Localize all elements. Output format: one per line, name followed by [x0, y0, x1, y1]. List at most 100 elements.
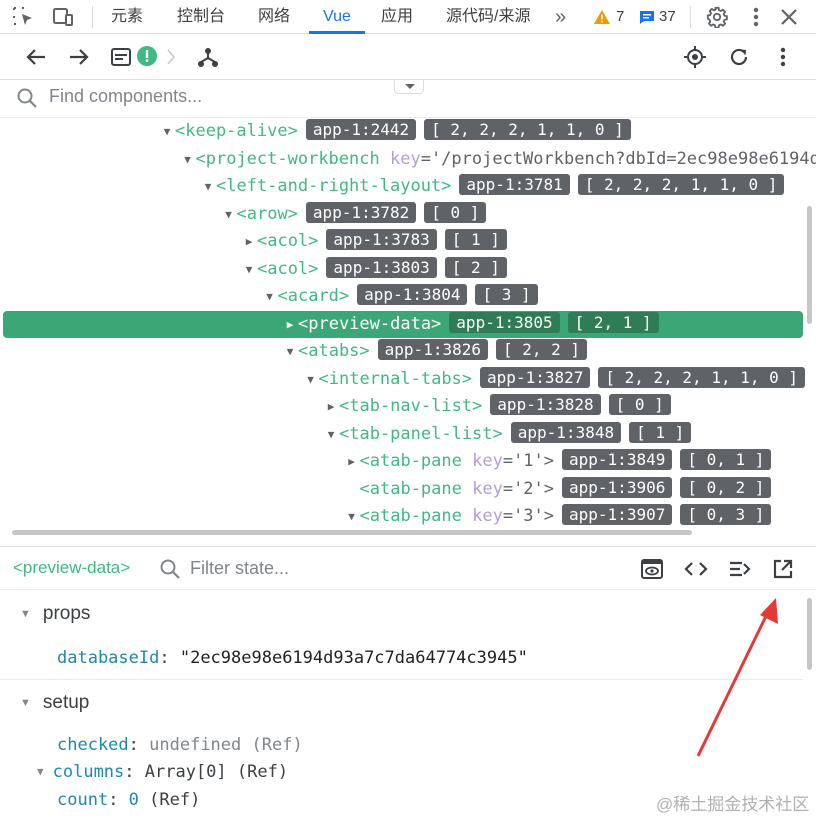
tree-node[interactable]: ▼ <atabs> app-1:3826 [ 2, 2 ]	[0, 338, 803, 365]
expand-arrow-icon[interactable]: ▶	[345, 448, 359, 475]
component-uid-badge: app-1:3906	[562, 476, 673, 498]
collapse-arrow-icon[interactable]: ▼	[201, 173, 215, 200]
component-tag: <tab-panel-list>	[339, 423, 503, 444]
props-section-header[interactable]: ▼ props	[20, 603, 90, 625]
settings-gear-icon[interactable]	[706, 6, 728, 28]
collapse-arrow-icon[interactable]: ▼	[324, 421, 338, 448]
collapse-arrow-icon[interactable]: ▼	[242, 256, 256, 283]
component-uid-badge: app-1:2442	[305, 119, 417, 140]
component-tag: <atabs>	[298, 341, 370, 361]
setup-type: (Ref)	[241, 735, 303, 755]
messages-icon[interactable]	[639, 10, 655, 25]
collapse-arrow-icon[interactable]: ▼	[304, 366, 318, 393]
tree-node[interactable]: ▼ <internal-tabs> app-1:3827 [ 2, 2, 2, 1, …	[0, 366, 806, 393]
component-tag: <atab-pane	[359, 506, 462, 526]
collapse-arrow-icon[interactable]: ▼	[222, 201, 236, 228]
tree-node[interactable]: ▼ <acard> app-1:3804 [ 3 ]	[0, 283, 803, 310]
close-devtools-icon[interactable]	[779, 7, 799, 27]
component-uid-badge: app-1:3803	[326, 256, 437, 278]
tree-node-content: <atab-pane key='1'> app-1:3849 [ 0, 1 ]	[360, 448, 772, 475]
component-key-attr: key	[472, 451, 503, 471]
setup-separator: :	[128, 735, 150, 755]
tab-elements[interactable]: 元素	[111, 0, 143, 34]
split-pane-toggle[interactable]	[394, 80, 424, 94]
component-uid-badge: app-1:3781	[459, 174, 570, 195]
expand-arrow-icon[interactable]: ▼	[37, 765, 44, 778]
refresh-icon[interactable]	[728, 46, 750, 68]
collapse-arrow-icon[interactable]: ▼	[181, 146, 195, 173]
expand-arrow-icon[interactable]: ▶	[283, 311, 297, 338]
setup-value: 0	[128, 790, 139, 810]
component-index-badge: [ 0 ]	[608, 394, 671, 415]
collapse-arrow-icon: ▼	[20, 697, 31, 709]
tab-vue[interactable]: Vue	[323, 0, 351, 34]
component-index-badge: [ 2, 2, 2, 1, 1, 0 ]	[598, 366, 806, 388]
collapse-arrow-icon[interactable]: ▼	[345, 503, 359, 530]
more-options-icon[interactable]	[749, 6, 763, 28]
forward-arrow-icon[interactable]	[68, 47, 90, 67]
select-component-target-icon[interactable]	[683, 45, 707, 69]
toolbar-divider	[92, 6, 93, 28]
message-count: 37	[659, 8, 676, 25]
inspect-element-icon[interactable]	[12, 6, 36, 28]
tab-console[interactable]: 控制台	[177, 0, 225, 34]
tab-sources[interactable]: 源代码/来源	[446, 0, 530, 34]
inspect-dom-icon[interactable]	[728, 559, 752, 579]
tree-node[interactable]: ▼ <left-and-right-layout> app-1:3781 [ 2, 2…	[0, 173, 803, 200]
device-toolbar-icon[interactable]	[51, 7, 75, 27]
collapse-arrow-icon[interactable]: ▼	[283, 338, 297, 365]
show-render-code-icon[interactable]	[684, 559, 708, 579]
tree-node[interactable]: ▶ <tab-nav-list> app-1:3828 [ 0 ]	[0, 393, 803, 420]
component-tree: ▼ <keep-alive> app-1:2442[ 2, 2, 2, 1, 1, …	[0, 118, 816, 546]
tree-node[interactable]: <atab-pane key='2'> app-1:3906 [ 0, 2 ]	[0, 476, 803, 503]
tree-node[interactable]: ▶ <preview-data> app-1:3805 [ 2, 1 ]	[3, 310, 803, 338]
toolbar-divider	[690, 6, 691, 28]
tree-node[interactable]: ▼ <atab-pane key='3'> app-1:3907 [ 0, 3 ]	[0, 503, 803, 530]
expand-arrow-icon[interactable]: ▶	[242, 228, 256, 255]
tab-application[interactable]: 应用	[381, 0, 413, 34]
component-tree-icon[interactable]	[196, 45, 220, 69]
state-vertical-scrollbar[interactable]	[807, 598, 812, 670]
setup-row-count[interactable]: count: 0 (Ref)	[57, 790, 200, 810]
open-in-editor-icon[interactable]	[772, 558, 794, 580]
component-uid-badge: app-1:3782	[305, 201, 417, 223]
more-tabs-button[interactable]: »	[555, 0, 566, 34]
scroll-to-component-icon[interactable]	[640, 558, 664, 580]
tree-node[interactable]: ▶ <acol> app-1:3783 [ 1 ]	[0, 228, 803, 255]
component-tag: <project-workbench	[195, 148, 380, 169]
collapse-arrow-icon[interactable]: ▼	[263, 283, 277, 310]
tree-vertical-scrollbar[interactable]	[807, 206, 812, 324]
tree-node[interactable]: ▼ <arow> app-1:3782 [ 0 ]	[0, 201, 803, 228]
tree-node-content: <preview-data> app-1:3805 [ 2, 1 ]	[298, 311, 659, 338]
app-window-icon[interactable]	[110, 46, 132, 68]
prop-row[interactable]: databaseId: "2ec98e98e6194d93a7c7da64774…	[57, 648, 528, 668]
tree-horizontal-scrollbar[interactable]	[12, 530, 692, 535]
component-index-badge: [ 2 ]	[444, 256, 507, 278]
more-options-icon[interactable]	[776, 46, 790, 68]
tree-node[interactable]: ▼ <acol> app-1:3803 [ 2 ]	[0, 256, 803, 283]
tree-node[interactable]: ▼ <keep-alive> app-1:2442 [ 2, 2, 2, 1, 1, …	[0, 118, 803, 145]
component-tag: <keep-alive>	[175, 121, 298, 141]
tree-node[interactable]: ▶ <atab-pane key='1'> app-1:3849 [ 0, 1 ]	[0, 448, 803, 475]
back-arrow-icon[interactable]	[25, 47, 47, 67]
prop-separator: :	[159, 648, 180, 668]
component-uid-badge: app-1:3804	[357, 284, 468, 305]
component-uid-badge: app-1:3907	[562, 504, 673, 525]
setup-row-checked[interactable]: checked: undefined (Ref)	[57, 735, 303, 755]
tree-node[interactable]: ▼ <project-workbench key='/projectWorkben…	[0, 146, 816, 173]
find-components-input[interactable]: Find components...	[49, 86, 202, 107]
expand-arrow-icon[interactable]: ▶	[324, 393, 338, 420]
collapse-arrow-icon[interactable]: ▼	[160, 118, 174, 145]
vue-status-icon[interactable]	[136, 45, 158, 67]
component-tag: <internal-tabs>	[318, 368, 473, 389]
tree-node[interactable]: ▼ <tab-panel-list> app-1:3848 [ 1 ]	[0, 421, 803, 448]
setup-section-header[interactable]: ▼ setup	[20, 692, 89, 714]
warning-icon[interactable]	[593, 9, 611, 25]
setup-separator: :	[108, 790, 129, 810]
filter-state-input[interactable]: Filter state...	[190, 558, 289, 579]
tree-node-content: <acol> app-1:3783 [ 1 ]	[257, 228, 507, 255]
tab-network[interactable]: 网络	[258, 0, 290, 34]
watermark-text: @稀土掘金技术社区	[656, 795, 810, 814]
component-uid-badge: app-1:3828	[490, 394, 601, 415]
setup-row-columns[interactable]: ▼ columns: Array[0] (Ref)	[37, 762, 288, 782]
